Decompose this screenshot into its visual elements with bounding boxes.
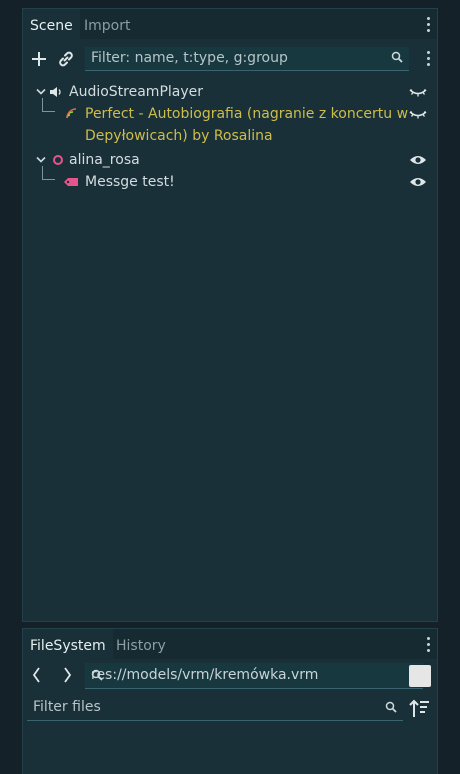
add-node-button[interactable] [29,49,49,69]
toggle-split-mode-button[interactable] [409,665,431,687]
node-name: Messge test! [85,174,175,190]
search-icon [91,669,417,685]
instance-scene-button[interactable] [55,49,77,69]
tree-item-audiostreamplayer[interactable]: AudioStreamPlayer [23,81,437,103]
node-name: AudioStreamPlayer [69,84,204,100]
sort-button[interactable] [407,697,431,719]
scene-filter-field[interactable] [85,47,409,71]
node-name-line1: Perfect - Autobiografia (nagranie z konc… [85,106,409,122]
sort-icon [409,699,429,717]
tree-item-messge-test[interactable]: Messge test! [23,171,437,193]
path-field[interactable]: res://models/vrm/kremówka.vrm [85,663,423,689]
tab-scene[interactable]: Scene [23,9,80,39]
forward-arrow-icon[interactable] [57,663,77,687]
search-icon [391,51,403,67]
scene-dock-menu-icon[interactable] [425,15,431,35]
filesystem-dock-menu-icon[interactable] [425,635,431,655]
scene-dock: Scene Import Filter: name, t:type, g:gro… [22,8,438,622]
files-filter-field[interactable] [27,695,403,721]
eye-icon[interactable] [409,171,427,200]
label-tag-icon [63,171,79,200]
audio-stream-icon [65,103,79,132]
tree-item-audio-stream[interactable]: Perfect - Autobiografia (nagranie z konc… [23,103,437,147]
filesystem-dock: FileSystem History res://models/vrm/krem… [22,628,438,774]
scene-tabbar: Scene Import [23,9,437,39]
back-arrow-icon[interactable] [27,663,47,687]
tab-filesystem[interactable]: FileSystem [23,629,113,659]
link-icon [59,51,73,67]
search-icon [385,701,397,717]
scene-toolbar [23,39,437,79]
files-filter-input[interactable] [27,695,367,719]
node-name: alina_rosa [69,152,140,168]
node-name-line2: Depyłowicach) by Rosalina [85,128,273,144]
hidden-icon[interactable] [409,103,427,132]
scene-filter-menu-icon[interactable] [425,49,431,69]
tree-item-alina-rosa[interactable]: alina_rosa [23,149,437,171]
tab-import[interactable]: Import [77,9,137,39]
tab-history[interactable]: History [109,629,173,659]
scene-filter-input[interactable] [85,47,375,69]
filesystem-tabbar: FileSystem History [23,629,437,659]
plus-icon [32,52,46,66]
